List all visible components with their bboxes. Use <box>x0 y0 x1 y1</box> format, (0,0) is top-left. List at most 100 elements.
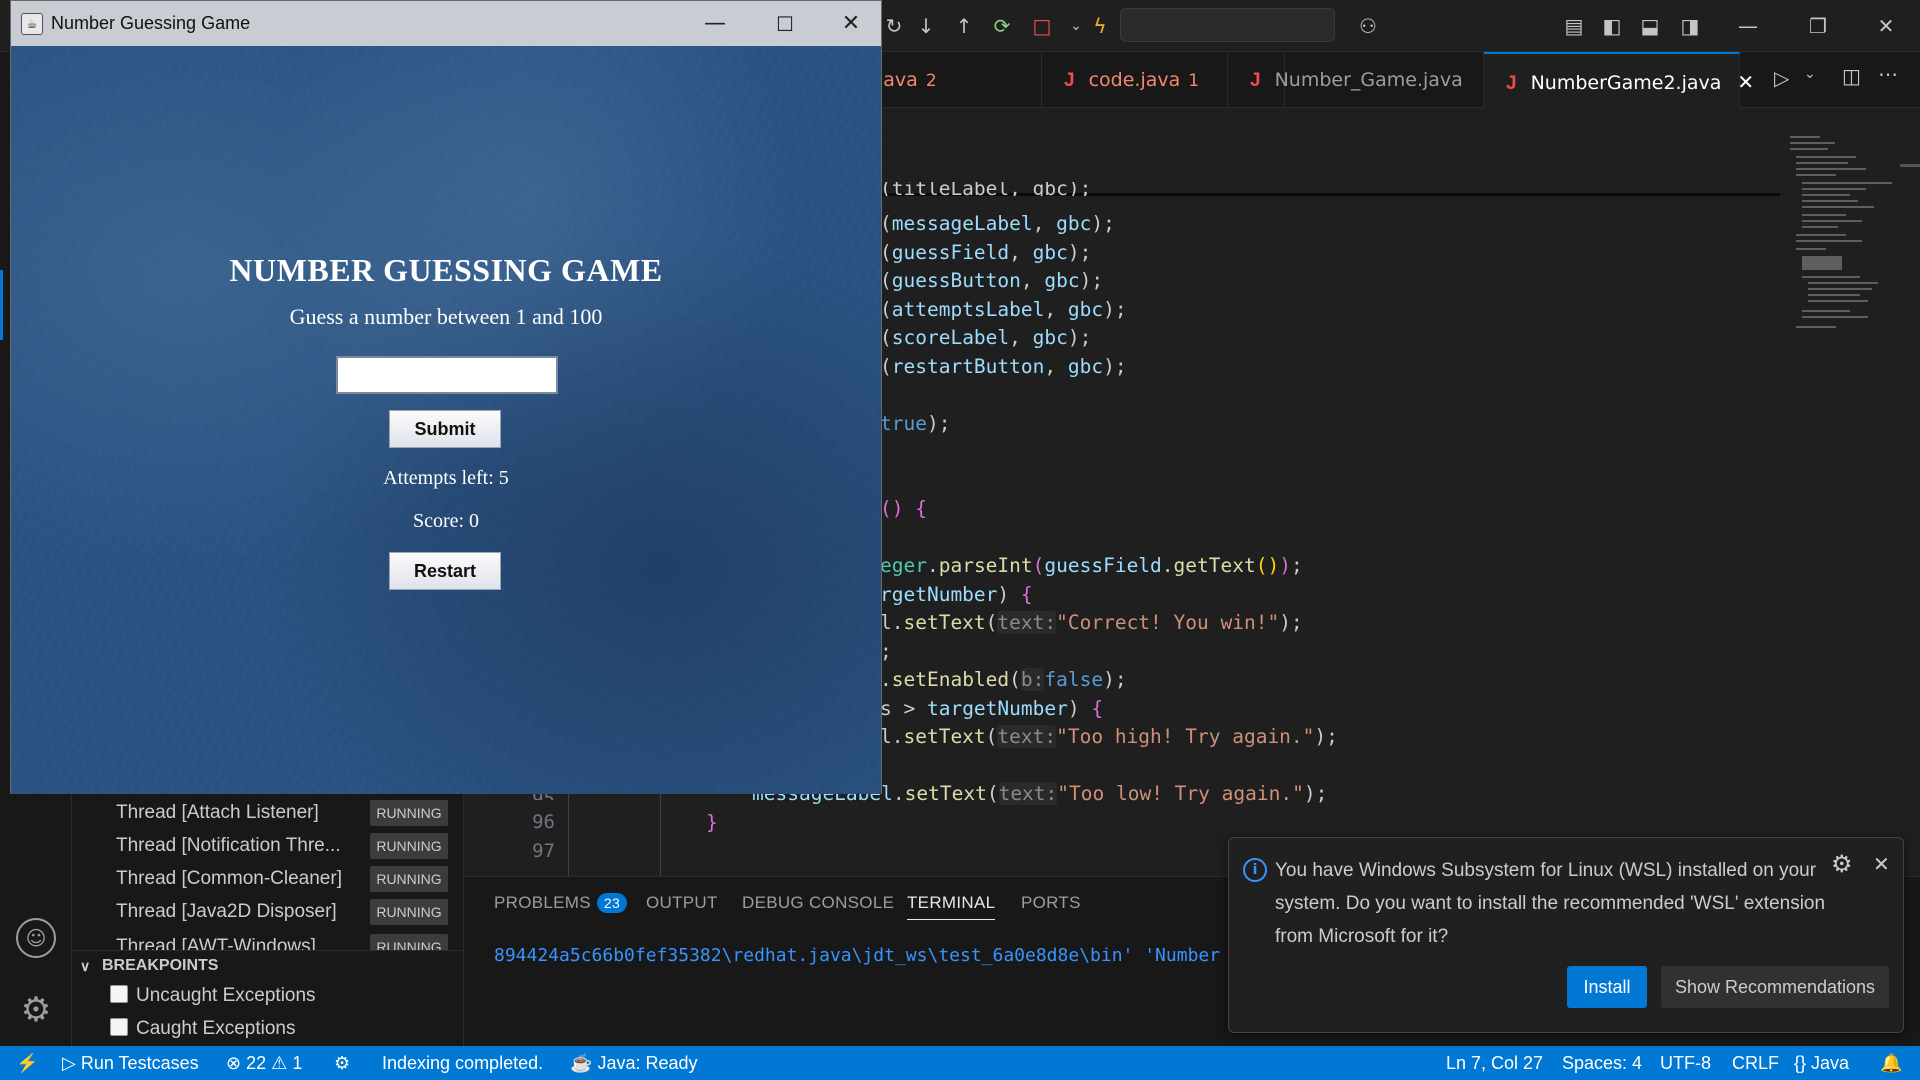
split-editor-icon[interactable]: ◫ <box>1842 64 1861 88</box>
thread-name: Thread [Java2D Disposer] <box>116 901 337 922</box>
code-token: rgetNumber <box>880 583 998 606</box>
run-testcases[interactable]: ▷ Run Testcases <box>62 1046 199 1080</box>
java-file-icon: J <box>1064 70 1075 91</box>
restart-button[interactable]: Restart <box>389 552 501 590</box>
breakpoint-caught[interactable]: Caught Exceptions <box>110 1018 296 1040</box>
code-line: l.setText(text:"Correct! You win!"); <box>880 611 1303 634</box>
chevron-down-icon[interactable]: ⌄ <box>1804 66 1816 82</box>
step-out-icon[interactable]: ↑ <box>950 12 978 40</box>
stop-icon[interactable]: □ <box>1028 12 1056 40</box>
tab-label: Number_Game.java <box>1274 69 1463 91</box>
cursor-position[interactable]: Ln 7, Col 27 <box>1446 1046 1543 1080</box>
code-token: gbc <box>1032 326 1068 349</box>
tab-ports[interactable]: PORTS <box>1021 893 1081 913</box>
code-token: guessField <box>1044 554 1162 577</box>
warning-icon: ⚠ <box>271 1053 288 1073</box>
toggle-sidebar-icon[interactable]: ◧ <box>1598 12 1626 40</box>
code-line: (restartButton, gbc); <box>880 355 1127 378</box>
indentation[interactable]: Spaces: 4 <box>1562 1046 1642 1080</box>
code-token: gbc <box>1067 298 1104 321</box>
gear-icon[interactable]: ⚙ <box>16 990 56 1030</box>
checkbox[interactable] <box>110 1018 128 1036</box>
code-line: true); <box>880 412 951 435</box>
close-icon[interactable]: ✕ <box>821 5 881 43</box>
checkbox[interactable] <box>110 985 128 1003</box>
code-token: scoreLabel <box>891 326 1010 349</box>
minimize-icon[interactable]: — <box>1720 8 1776 44</box>
code-token: "Too high! Try again." <box>1056 725 1315 748</box>
tab-numbergame2[interactable]: J NumberGame2.java ✕ <box>1484 52 1754 108</box>
minimize-icon[interactable]: — <box>685 5 745 43</box>
breakpoints-title: BREAKPOINTS <box>102 957 219 974</box>
code-line: (guessField, gbc); <box>880 241 1092 264</box>
debug-icon[interactable]: ⚙ <box>334 1046 350 1080</box>
close-icon[interactable]: ✕ <box>1858 8 1914 44</box>
scrollbar-thumb[interactable] <box>1900 164 1920 167</box>
run-icon[interactable]: ▷ <box>1774 66 1789 90</box>
thread-state-badge: RUNNING <box>370 866 448 892</box>
info-icon: i <box>1243 858 1267 882</box>
tab-number-game[interactable]: J Number_Game.java <box>1228 52 1484 108</box>
close-icon[interactable]: ✕ <box>1873 852 1890 876</box>
breakpoints-header[interactable]: ∨ BREAKPOINTS <box>72 950 464 980</box>
language-mode[interactable]: {} Java <box>1794 1046 1849 1080</box>
code-token: setText <box>903 611 986 634</box>
game-window-titlebar[interactable]: ☕ Number Guessing Game — ☐ ✕ <box>11 1 881 46</box>
code-token: attemptsLabel <box>891 298 1045 321</box>
toggle-secondary-sidebar-icon[interactable]: ◨ <box>1676 12 1704 40</box>
tab-terminal[interactable]: TERMINAL <box>907 893 996 920</box>
customize-layout-icon[interactable]: ▤ <box>1560 12 1588 40</box>
status-text: Run Testcases <box>80 1053 199 1073</box>
tab-code-java[interactable]: Jcode.java 1 <box>1042 52 1228 108</box>
code-token: setEnabled <box>891 668 1010 691</box>
gear-icon[interactable]: ⚙ <box>1831 850 1853 878</box>
restart-icon[interactable]: ⟳ <box>988 12 1016 40</box>
minimap[interactable] <box>1782 130 1902 390</box>
close-icon[interactable]: ✕ <box>1737 70 1754 94</box>
bell-icon[interactable]: 🔔 <box>1880 1046 1902 1080</box>
thread-name: Thread [Common-Cleaner] <box>116 868 342 889</box>
encoding[interactable]: UTF-8 <box>1660 1046 1711 1080</box>
indexing-status[interactable]: Indexing completed. <box>382 1046 543 1080</box>
code-token: parseInt <box>938 554 1033 577</box>
tab-output[interactable]: OUTPUT <box>646 893 718 913</box>
java-status[interactable]: ☕ Java: Ready <box>570 1046 698 1080</box>
tab-problems[interactable]: PROBLEMS 23 <box>494 893 628 913</box>
tab-java-partial[interactable]: java 2 <box>878 52 1042 108</box>
restart-debug-icon[interactable]: ↻ <box>880 12 908 40</box>
problems-status[interactable]: ⊗ 22 ⚠ 1 <box>226 1046 302 1080</box>
more-actions-icon[interactable]: ⋯ <box>1878 62 1898 86</box>
step-into-icon[interactable]: ↓ <box>912 12 940 40</box>
remote-icon[interactable]: ⚡ <box>16 1046 38 1080</box>
breakpoint-uncaught[interactable]: Uncaught Exceptions <box>110 985 316 1007</box>
number-guessing-game-window: ☕ Number Guessing Game — ☐ ✕ NUMBER GUES… <box>10 0 882 794</box>
code-line: l.setText(text:"Too high! Try again."); <box>880 725 1338 748</box>
thread-state-badge: RUNNING <box>370 833 448 859</box>
code-line: .setEnabled(b:false); <box>880 668 1127 691</box>
toggle-panel-icon[interactable]: ⬓ <box>1636 12 1664 40</box>
game-content-panel: NUMBER GUESSING GAME Guess a number betw… <box>11 46 881 794</box>
java-icon: ☕ <box>570 1053 593 1073</box>
active-indicator <box>0 270 3 340</box>
code-line: } <box>706 811 718 834</box>
command-center[interactable] <box>1120 8 1335 42</box>
code-token: guessButton <box>891 269 1021 292</box>
hot-reload-icon[interactable]: ϟ <box>1086 12 1114 40</box>
copilot-icon[interactable]: ⚇ <box>1354 12 1382 40</box>
install-button[interactable]: Install <box>1567 966 1647 1008</box>
tab-debug-console[interactable]: DEBUG CONSOLE <box>742 893 894 913</box>
line-ending[interactable]: CRLF <box>1732 1046 1779 1080</box>
guess-input[interactable] <box>336 356 558 394</box>
restore-icon[interactable]: ❐ <box>1790 8 1846 44</box>
code-token: messageLabel <box>891 212 1033 235</box>
show-recommendations-button[interactable]: Show Recommendations <box>1661 966 1889 1008</box>
account-icon[interactable]: ☺ <box>16 918 56 958</box>
code-line: s > targetNumber) { <box>880 697 1104 720</box>
java-file-icon: J <box>1506 73 1517 94</box>
maximize-icon[interactable]: ☐ <box>755 5 815 43</box>
code-line: (messageLabel, gbc); <box>880 212 1115 235</box>
submit-button[interactable]: Submit <box>389 410 501 448</box>
code-token: setText <box>904 782 987 805</box>
code-line: eger.parseInt(guessField.getText()); <box>880 554 1303 577</box>
game-window-title: Number Guessing Game <box>51 13 251 33</box>
